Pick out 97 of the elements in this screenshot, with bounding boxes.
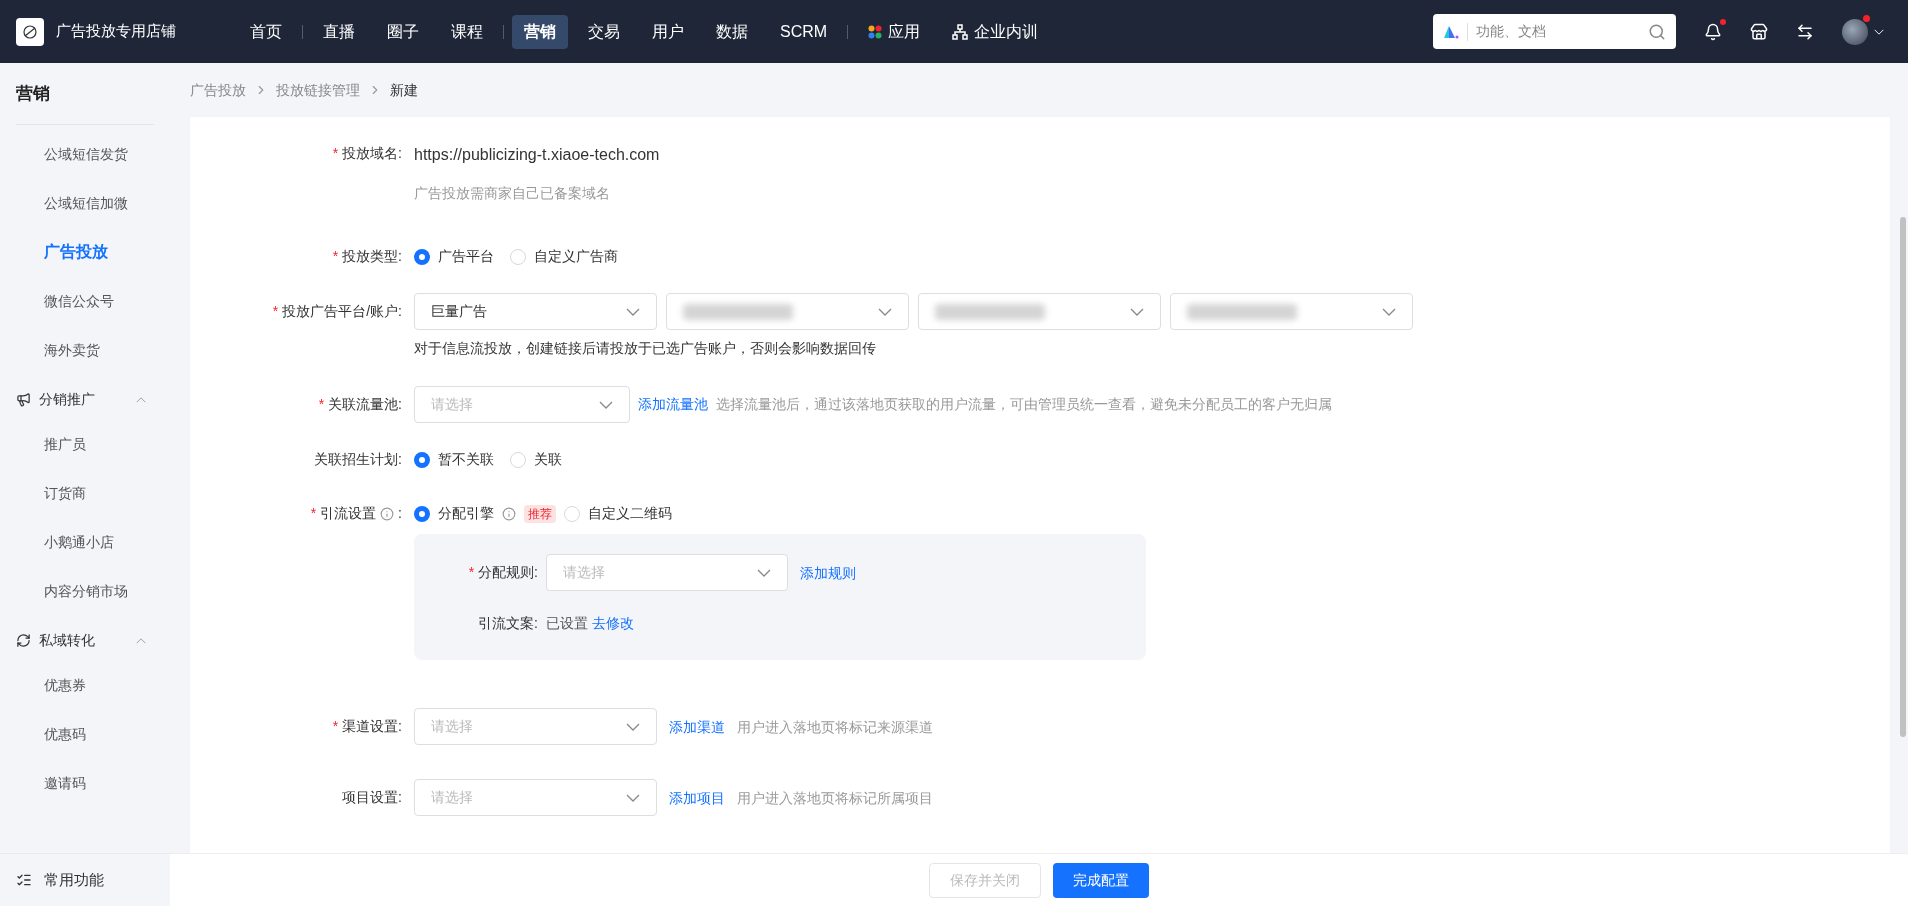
apps-icon — [868, 24, 883, 39]
chevron-up-icon — [136, 396, 146, 403]
field-label: 渠道设置: — [342, 717, 402, 736]
nav-tab[interactable]: 直播 — [311, 14, 367, 49]
loop-icon — [16, 633, 31, 648]
sidebar-title: 营销 — [16, 63, 154, 125]
required-mark: * — [332, 247, 339, 266]
nav-tab[interactable]: 用户 — [640, 14, 696, 49]
nav-tab[interactable]: 企业内训 — [940, 14, 1051, 49]
nav-tab[interactable]: 营销 — [512, 14, 568, 49]
chevron-down-icon — [878, 307, 892, 316]
radio-option[interactable]: 自定义二维码 — [564, 503, 672, 524]
sidebar-item[interactable]: 订货商 — [16, 468, 154, 518]
sidebar-item[interactable]: 公域短信加微 — [16, 178, 154, 228]
select-field[interactable] — [1170, 293, 1413, 330]
info-icon[interactable] — [502, 506, 516, 521]
sidebar-group[interactable]: 分销推广 — [16, 379, 154, 420]
required-mark: * — [332, 144, 339, 163]
chevron-down-icon — [1382, 307, 1396, 316]
sidebar-item[interactable]: 海外卖货 — [16, 325, 154, 375]
nav-tab[interactable]: 应用 — [856, 14, 933, 49]
required-mark: * — [332, 717, 339, 736]
logo-icon — [1443, 24, 1459, 39]
field-label: 引流文案: — [478, 614, 538, 633]
switch-icon[interactable] — [1796, 22, 1814, 41]
required-mark: * — [310, 504, 317, 523]
megaphone-icon — [16, 392, 31, 407]
info-icon[interactable] — [380, 506, 395, 521]
search-bar[interactable]: 功能、文档 — [1433, 14, 1676, 49]
sidebar-item[interactable]: 广告投放 — [16, 227, 154, 277]
sidebar-item[interactable]: 内容分销市场 — [16, 566, 154, 616]
search-field[interactable]: 功能、文档 — [1476, 21, 1640, 42]
list-icon — [16, 872, 32, 888]
nav-tab[interactable]: 数据 — [704, 14, 760, 49]
required-mark: * — [272, 302, 279, 321]
shop-name: 广告投放专用店铺 — [56, 21, 176, 42]
label-colon: : — [398, 504, 402, 523]
hint-text: 用户进入落地页将标记所属项目 — [737, 789, 933, 806]
finish-button[interactable]: 完成配置 — [1053, 862, 1149, 898]
field-label: 投放类型: — [342, 247, 402, 266]
search-icon — [1648, 22, 1666, 41]
chevron-down-icon — [626, 722, 640, 731]
hint-text: 用户进入落地页将标记来源渠道 — [737, 718, 933, 735]
store-icon[interactable] — [1750, 22, 1768, 41]
scrollbar[interactable] — [1900, 217, 1906, 737]
radio-option[interactable]: 分配引擎 — [414, 503, 494, 524]
radio-option[interactable]: 自定义广告商 — [510, 246, 618, 267]
field-label: 关联流量池: — [328, 395, 402, 414]
select-field[interactable] — [666, 293, 909, 330]
chevron-down-icon — [626, 793, 640, 802]
breadcrumb-item: 新建 — [390, 80, 418, 100]
chevron-down-icon — [599, 400, 613, 409]
link[interactable]: 添加项目 — [669, 789, 725, 806]
radio-option[interactable]: 广告平台 — [414, 246, 494, 267]
sidebar-group[interactable]: 私域转化 — [16, 620, 154, 661]
sidebar-item[interactable]: 推广员 — [16, 419, 154, 469]
hint-text: 广告投放需商家自己已备案域名 — [414, 184, 611, 203]
field-label: 引流设置 — [320, 504, 377, 523]
avatar-button[interactable] — [1842, 18, 1884, 45]
field-label: 项目设置: — [342, 788, 402, 807]
field-label: 关联招生计划: — [314, 450, 402, 469]
radio-option[interactable]: 暂不关联 — [414, 449, 494, 470]
required-mark: * — [468, 563, 475, 582]
recommend-badge: 推荐 — [524, 504, 556, 523]
chevron-down-icon — [1874, 28, 1884, 35]
field-label: 投放广告平台/账户: — [282, 302, 402, 321]
link[interactable]: 添加流量池 — [638, 394, 708, 415]
sidebar-item[interactable]: 微信公众号 — [16, 276, 154, 326]
chevron-down-icon — [1130, 307, 1144, 316]
link[interactable]: 添加规则 — [800, 564, 856, 581]
radio-option[interactable]: 关联 — [510, 449, 562, 470]
nav-tab[interactable]: 课程 — [439, 14, 495, 49]
nav-tab[interactable]: 交易 — [576, 14, 632, 49]
org-chart-icon — [952, 23, 969, 40]
chevron-down-icon — [626, 307, 640, 316]
select-field[interactable]: 巨量广告 — [414, 293, 657, 330]
hint-text: 选择流量池后，通过该落地页获取的用户流量，可由管理员统一查看，避免未分配员工的客户无归属 — [716, 395, 1332, 414]
nav-tab[interactable]: 圈子 — [375, 14, 431, 49]
nav-tab[interactable]: 首页 — [238, 14, 294, 49]
sidebar-item[interactable]: 邀请码 — [16, 758, 154, 808]
chevron-up-icon — [136, 637, 146, 644]
chevron-down-icon — [757, 568, 771, 577]
link[interactable]: 添加渠道 — [669, 718, 725, 735]
field-label: 投放域名: — [342, 144, 402, 163]
note-text: 对于信息流投放，创建链接后请投放于已选广告账户，否则会影响数据回传 — [414, 339, 877, 358]
sidebar-item[interactable]: 优惠券 — [16, 660, 154, 710]
sidebar-item[interactable]: 优惠码 — [16, 709, 154, 759]
link[interactable]: 去修改 — [592, 613, 634, 634]
sidebar-item[interactable]: 小鹅通小店 — [16, 517, 154, 567]
field-label: 分配规则: — [478, 563, 538, 582]
nav-tab[interactable]: SCRM — [768, 14, 840, 49]
required-mark: * — [318, 395, 325, 414]
domain-value: https://publicizing-t.xiaoe-tech.com — [414, 145, 660, 165]
shop-logo — [16, 17, 44, 46]
select-field[interactable] — [918, 293, 1161, 330]
sidebar-item[interactable]: 公域短信发货 — [16, 129, 154, 179]
status-text: 已设置 — [546, 614, 588, 633]
